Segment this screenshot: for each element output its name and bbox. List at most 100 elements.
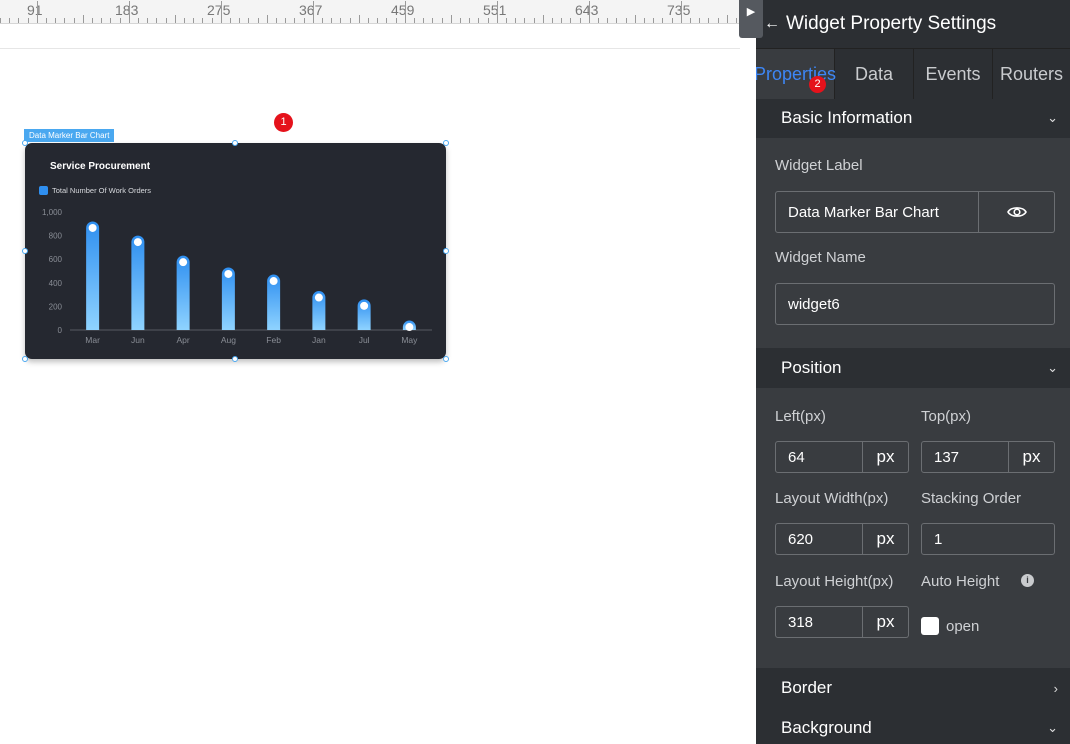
collapse-panel-button[interactable]: ▶	[739, 0, 763, 38]
ruler-tick	[294, 18, 296, 23]
section-position[interactable]: Position ⌄	[756, 348, 1070, 388]
chart-title: Service Procurement	[50, 161, 151, 172]
ruler-tick	[395, 18, 397, 23]
ruler-tick	[469, 18, 471, 23]
property-panel: ← Widget Property Settings Properties Da…	[756, 0, 1070, 744]
bar	[131, 235, 145, 330]
stacking-order-input[interactable]: 1	[921, 523, 1055, 555]
ruler-tick	[331, 18, 333, 23]
ruler-tick	[303, 18, 305, 23]
ruler-tick	[349, 18, 351, 23]
ruler-tick	[257, 18, 259, 23]
x-tick-label: Jul	[359, 335, 370, 345]
visibility-toggle[interactable]	[979, 191, 1055, 233]
ruler-tick	[450, 15, 452, 23]
resize-handle[interactable]	[22, 356, 28, 362]
stacking-caption: Stacking Order	[921, 490, 1022, 507]
width-input[interactable]: 620	[775, 523, 863, 555]
ruler-tick	[377, 18, 379, 23]
ruler-tick	[588, 1, 590, 23]
ruler-label: 275	[207, 2, 231, 18]
top-input[interactable]: 137	[921, 441, 1009, 473]
ruler-tick	[128, 1, 130, 23]
legend-swatch	[39, 186, 48, 195]
resize-handle[interactable]	[22, 248, 28, 254]
ruler-label: 367	[299, 2, 323, 18]
widget-name-input[interactable]: widget6	[775, 283, 1055, 325]
ruler-tick	[699, 18, 701, 23]
basic-information-body: Widget Label Data Marker Bar Chart Widge…	[756, 138, 1070, 348]
legend-label: Total Number Of Work Orders	[52, 186, 151, 195]
widget-tag: Data Marker Bar Chart	[24, 129, 115, 142]
resize-handle[interactable]	[22, 140, 28, 146]
left-unit: px	[863, 441, 909, 473]
x-tick-label: Jan	[312, 335, 326, 345]
x-tick-label: May	[401, 335, 418, 345]
y-tick-label: 200	[49, 302, 63, 311]
step-badge-2: 2	[809, 76, 826, 93]
ruler-tick	[211, 18, 213, 23]
ruler-tick	[496, 1, 498, 23]
back-arrow-icon[interactable]: ←	[764, 15, 786, 33]
ruler-tick	[82, 15, 84, 23]
ruler-tick	[266, 15, 268, 23]
resize-handle[interactable]	[443, 248, 449, 254]
resize-handle[interactable]	[232, 140, 238, 146]
bar-marker	[360, 301, 369, 310]
ruler-tick	[423, 18, 425, 23]
tab-routers[interactable]: Routers	[993, 49, 1070, 99]
ruler-tick	[598, 18, 599, 23]
bar-chart-widget[interactable]: Service Procurement Total Number Of Work …	[25, 143, 446, 359]
tab-events[interactable]: Events	[914, 49, 993, 99]
bar-marker	[405, 323, 414, 332]
ruler-tick	[230, 18, 231, 23]
ruler-tick	[634, 15, 636, 23]
bar	[176, 255, 190, 330]
ruler-tick	[680, 1, 682, 23]
auto-height-checkbox[interactable]	[921, 617, 939, 635]
y-tick-label: 0	[58, 326, 63, 335]
tab-properties[interactable]: Properties	[756, 49, 836, 99]
ruler-tick	[92, 18, 93, 23]
top-caption: Top(px)	[921, 408, 972, 425]
section-border[interactable]: Border ›	[756, 668, 1070, 708]
ruler-tick	[312, 1, 314, 23]
ruler-tick	[386, 18, 388, 23]
ruler-tick	[193, 18, 195, 23]
resize-handle[interactable]	[443, 356, 449, 362]
ruler-tick	[0, 18, 1, 23]
bar-marker	[88, 223, 97, 232]
info-icon[interactable]: i	[1021, 574, 1034, 587]
resize-handle[interactable]	[232, 356, 238, 362]
ruler-label: 459	[391, 2, 415, 18]
ruler-tick	[460, 18, 461, 23]
height-input[interactable]: 318	[775, 606, 863, 638]
ruler-tick	[119, 18, 121, 23]
tab-data[interactable]: Data	[835, 49, 914, 99]
x-tick-label: Jun	[131, 335, 145, 345]
ruler-tick	[9, 18, 11, 23]
ruler-tick	[524, 18, 526, 23]
resize-handle[interactable]	[443, 140, 449, 146]
widget-label-caption: Widget Label	[775, 157, 863, 174]
widget-label-input[interactable]: Data Marker Bar Chart	[775, 191, 979, 233]
ruler-divider	[0, 24, 740, 49]
canvas-area[interactable]: 9118327536745955164373582791910111103 Da…	[0, 0, 756, 744]
ruler-tick	[478, 18, 480, 23]
ruler-tick	[607, 18, 609, 23]
ruler-tick	[570, 18, 572, 23]
step-badge-1: 1	[274, 113, 293, 132]
ruler-tick	[542, 15, 544, 23]
section-background[interactable]: Background ⌄	[756, 708, 1070, 744]
ruler-tick	[561, 18, 563, 23]
ruler-tick	[202, 18, 204, 23]
section-basic-information[interactable]: Basic Information ⌄	[756, 98, 1070, 138]
ruler-tick	[239, 18, 241, 23]
ruler-tick	[55, 18, 57, 23]
chevron-down-icon: ⌄	[1047, 110, 1058, 125]
left-input[interactable]: 64	[775, 441, 863, 473]
y-tick-label: 400	[49, 279, 63, 288]
ruler-tick	[404, 1, 406, 23]
bar-marker	[224, 269, 233, 278]
ruler-tick	[625, 18, 627, 23]
